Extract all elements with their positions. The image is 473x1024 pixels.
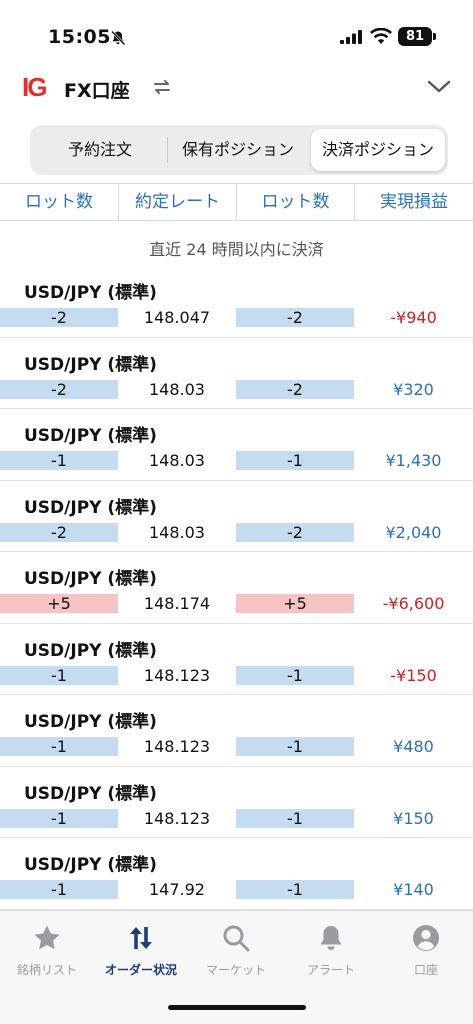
up-down-arrows-icon bbox=[130, 927, 152, 949]
instrument-name: USD/JPY (標準) bbox=[24, 640, 157, 661]
position-row[interactable]: USD/JPY (標準) -2 148.03 -2 ¥320 bbox=[0, 338, 473, 409]
instrument-name: USD/JPY (標準) bbox=[24, 783, 157, 804]
tab-label: 口座 bbox=[413, 963, 438, 977]
wifi-icon bbox=[370, 28, 392, 44]
execution-rate: 148.03 bbox=[149, 522, 205, 542]
execution-rate: 148.047 bbox=[143, 308, 211, 327]
instrument-name: USD/JPY (標準) bbox=[24, 497, 157, 518]
tab-closed-positions[interactable]: 決済ポジション bbox=[311, 129, 445, 171]
instrument-name: USD/JPY (標準) bbox=[24, 426, 157, 446]
execution-rate: 148.123 bbox=[143, 737, 211, 756]
tab-label: オーダー状況 bbox=[104, 963, 177, 977]
tab-open-positions[interactable]: 保有ポジション bbox=[168, 129, 308, 171]
home-indicator bbox=[168, 1005, 306, 1010]
tab-account[interactable]: 口座 bbox=[379, 923, 473, 978]
position-row[interactable]: USD/JPY (標準) -1 148.123 -1 -¥150 bbox=[0, 624, 473, 695]
realized-pnl: ¥320 bbox=[393, 379, 434, 399]
open-lots: -2 bbox=[0, 308, 118, 327]
tab-alerts[interactable]: アラート bbox=[284, 923, 378, 978]
switch-account-icon[interactable] bbox=[150, 75, 174, 99]
tab-label: 銘柄リスト bbox=[16, 963, 77, 977]
close-lots: -2 bbox=[236, 308, 354, 327]
battery-cap bbox=[433, 33, 436, 40]
position-row[interactable]: USD/JPY (標準) -2 148.03 -2 ¥2,040 bbox=[0, 481, 473, 552]
execution-rate: 148.03 bbox=[149, 451, 205, 470]
open-lots: -2 bbox=[0, 522, 118, 542]
close-lots: -1 bbox=[236, 451, 354, 470]
open-lots: -1 bbox=[0, 880, 118, 899]
instrument-name: USD/JPY (標準) bbox=[24, 569, 157, 589]
instrument-name: USD/JPY (標準) bbox=[24, 283, 157, 303]
close-lots: -2 bbox=[236, 379, 354, 399]
closed-positions-list: USD/JPY (標準) -2 148.047 -2 -¥940 USD/JPY… bbox=[0, 266, 473, 910]
realized-pnl: ¥140 bbox=[393, 880, 434, 899]
realized-pnl: -¥940 bbox=[390, 308, 437, 327]
realized-pnl: -¥6,600 bbox=[382, 594, 445, 613]
execution-rate: 148.123 bbox=[143, 808, 211, 828]
order-status-segmented-control: 予約注文 保有ポジション 決済ポジション bbox=[30, 125, 448, 175]
status-bar: 15:05 81 bbox=[0, 0, 473, 62]
realized-pnl: -¥150 bbox=[390, 665, 437, 685]
column-execution-rate: 約定レート bbox=[118, 184, 236, 221]
tab-label: マーケット bbox=[205, 963, 266, 977]
tab-watchlist[interactable]: 銘柄リスト bbox=[0, 923, 94, 978]
bell-off-icon bbox=[111, 30, 126, 46]
realized-pnl: ¥1,430 bbox=[385, 451, 442, 470]
execution-rate: 148.03 bbox=[149, 379, 205, 399]
bell-icon bbox=[320, 926, 342, 950]
open-lots: -1 bbox=[0, 737, 118, 756]
open-lots: -2 bbox=[0, 379, 118, 399]
column-close-lots: ロット数 bbox=[236, 184, 354, 221]
column-realized-pnl: 実現損益 bbox=[354, 184, 473, 221]
realized-pnl: ¥2,040 bbox=[385, 522, 442, 542]
close-lots: -1 bbox=[236, 665, 354, 685]
execution-rate: 147.92 bbox=[149, 880, 205, 899]
account-title[interactable]: FX口座 bbox=[64, 76, 130, 103]
column-open-lots: ロット数 bbox=[25, 192, 93, 212]
position-row[interactable]: USD/JPY (標準) -1 148.123 -1 ¥480 bbox=[0, 695, 473, 767]
position-row[interactable]: USD/JPY (標準) -1 148.03 -1 ¥1,430 bbox=[0, 409, 473, 481]
instrument-name: USD/JPY (標準) bbox=[24, 712, 157, 732]
realized-pnl: ¥150 bbox=[393, 808, 434, 828]
tab-order-status[interactable]: オーダー状況 bbox=[94, 923, 188, 978]
close-lots: -1 bbox=[236, 737, 354, 756]
status-time: 15:05 bbox=[48, 26, 111, 48]
realized-pnl: ¥480 bbox=[393, 737, 434, 756]
position-row[interactable]: USD/JPY (標準) +5 148.174 +5 -¥6,600 bbox=[0, 552, 473, 624]
close-lots: -2 bbox=[236, 522, 354, 542]
ig-logo: IG bbox=[22, 72, 47, 102]
open-lots: +5 bbox=[0, 594, 118, 613]
open-lots: -1 bbox=[0, 665, 118, 685]
close-lots: -1 bbox=[236, 808, 354, 828]
position-row[interactable]: USD/JPY (標準) -2 148.047 -2 -¥940 bbox=[0, 266, 473, 338]
column-header: ロット数 約定レート ロット数 実現損益 bbox=[0, 183, 473, 221]
execution-rate: 148.174 bbox=[143, 594, 211, 613]
battery-indicator: 81 bbox=[398, 27, 432, 46]
instrument-name: USD/JPY (標準) bbox=[24, 855, 157, 875]
search-icon bbox=[223, 925, 250, 952]
tab-label: アラート bbox=[306, 963, 355, 977]
execution-rate: 148.123 bbox=[143, 665, 211, 685]
open-lots: -1 bbox=[0, 451, 118, 470]
position-row[interactable]: USD/JPY (標準) -1 147.92 -1 ¥140 bbox=[0, 838, 473, 910]
tab-market[interactable]: マーケット bbox=[189, 923, 283, 978]
cellular-signal-icon bbox=[340, 30, 362, 44]
account-icon bbox=[413, 925, 439, 951]
tab-pending-orders[interactable]: 予約注文 bbox=[34, 129, 166, 171]
instrument-name: USD/JPY (標準) bbox=[24, 354, 157, 375]
open-lots: -1 bbox=[0, 808, 118, 828]
section-note: 直近 24 時間以内に決済 bbox=[149, 240, 324, 259]
app-header: IG FX口座 bbox=[0, 62, 473, 112]
close-lots: -1 bbox=[236, 880, 354, 899]
star-icon bbox=[34, 925, 60, 950]
chevron-down-icon[interactable] bbox=[426, 76, 452, 96]
position-row[interactable]: USD/JPY (標準) -1 148.123 -1 ¥150 bbox=[0, 767, 473, 838]
close-lots: +5 bbox=[236, 594, 354, 613]
